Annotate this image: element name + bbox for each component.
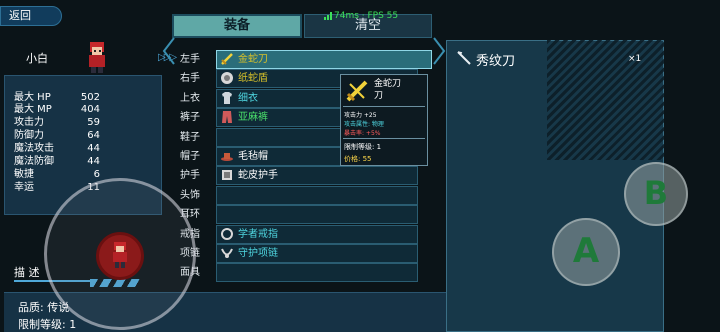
equipment-item[interactable]: 金蛇刀	[220, 50, 268, 70]
glove-icon	[220, 170, 238, 181]
equipment-item-name: 金蛇刀	[238, 54, 268, 65]
equipment-item-name: 守护项链	[238, 248, 278, 259]
tab-equipment[interactable]: 装备	[172, 14, 302, 38]
equipment-item-name: 纸蛇盾	[238, 73, 268, 85]
equipment-item[interactable]: 亚麻裤	[220, 108, 268, 128]
equipment-item-name: 蛇皮护手	[238, 170, 278, 182]
equipment-slot[interactable]	[216, 185, 418, 205]
equipment-item[interactable]: 毛毡帽	[220, 147, 268, 167]
tooltip-line-crit: 暴击率: +5%	[344, 130, 381, 137]
stat-attack: 攻击力 59	[14, 117, 100, 128]
tooltip-line-attribute: 攻击属性: 物理	[344, 121, 384, 128]
tooltip-line-attack: 攻击力 +25	[344, 112, 377, 119]
shield-icon	[220, 72, 238, 85]
detail-item-name: 秀纹刀	[476, 54, 516, 69]
pants-icon	[220, 111, 238, 124]
panel-hatch-decoration	[547, 40, 664, 160]
slot-label: 右手	[180, 73, 200, 85]
slot-label: 护手	[180, 170, 200, 182]
stat-agility: 敏捷 6	[14, 169, 100, 180]
ring-icon	[220, 227, 238, 240]
necklace-icon	[220, 248, 238, 259]
blade-icon	[457, 51, 471, 65]
equipment-item-name: 毛毡帽	[238, 151, 268, 162]
detail-item-count: ×1	[628, 54, 642, 64]
hat-icon	[220, 151, 238, 162]
stat-max-mp: 最大 MP 404	[14, 104, 100, 115]
tooltip-divider	[343, 106, 425, 107]
equipment-item[interactable]: 纸蛇盾	[220, 69, 268, 89]
slot-label: 上衣	[180, 92, 200, 104]
back-button[interactable]: 返回	[0, 6, 62, 26]
tooltip-item-type: 刀	[374, 91, 384, 101]
shirt-icon	[220, 91, 238, 104]
tooltip-price: 价格: 55	[344, 155, 372, 163]
equipment-item[interactable]: 蛇皮护手	[220, 166, 278, 186]
scroll-right-arrow-icon[interactable]	[432, 36, 446, 66]
equipment-item[interactable]: 细衣	[220, 89, 258, 109]
character-avatar	[89, 42, 105, 73]
slot-label: 帽子	[180, 151, 200, 162]
item-limit-level: 限制等级: 1	[18, 318, 77, 331]
equipment-item-name: 亚麻裤	[238, 112, 268, 124]
a-button[interactable]: A	[552, 218, 620, 286]
slot-label: 左手	[180, 54, 200, 65]
stat-max-hp: 最大 HP 502	[14, 92, 100, 103]
b-button[interactable]: B	[624, 162, 688, 226]
player-sprite-icon	[113, 242, 127, 268]
slot-label: 裤子	[180, 112, 200, 124]
equipment-item[interactable]: 守护项链	[220, 244, 278, 264]
equipment-slot[interactable]	[216, 205, 418, 225]
stat-magic-attack: 魔法攻击 44	[14, 143, 100, 154]
fps-readout: 74ms · FPS 55	[334, 11, 399, 21]
tooltip-level: 限制等级: 1	[344, 143, 382, 151]
slot-label: 鞋子	[180, 131, 200, 143]
stat-magic-defense: 魔法防御 44	[14, 156, 100, 167]
stat-defense: 防御力 64	[14, 130, 100, 141]
golden-sword-icon	[346, 80, 368, 102]
equipment-item[interactable]: 学者戒指	[220, 225, 278, 245]
equipment-slot[interactable]	[216, 263, 418, 283]
character-name: 小白	[26, 52, 48, 65]
sword-icon	[220, 53, 238, 65]
equipment-item-name: 细衣	[238, 92, 258, 104]
signal-icon	[324, 12, 332, 20]
tooltip-divider-2	[343, 138, 425, 139]
equipment-item-name: 学者戒指	[238, 228, 278, 240]
